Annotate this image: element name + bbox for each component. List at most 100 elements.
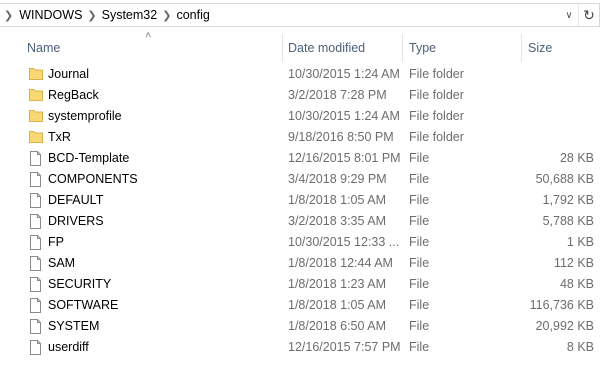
file-type: File folder [409,109,464,123]
column-header-type[interactable]: Type [409,40,436,62]
file-name: systemprofile [48,109,122,123]
file-name: FP [48,235,64,249]
folder-icon [29,130,43,146]
file-size: 1,792 KB [542,193,594,207]
file-date-modified: 3/4/2018 9:29 PM [288,172,387,186]
file-icon [29,193,42,211]
file-date-modified: 1/8/2018 12:44 AM [288,256,393,270]
folder-icon [29,67,43,83]
file-type: File [409,277,430,291]
file-date-modified: 9/18/2016 8:50 PM [288,130,394,144]
file-name: Journal [48,67,89,81]
file-icon [29,256,42,274]
file-row[interactable]: Journal 10/30/2015 1:24 AM File folder [0,64,600,85]
file-date-modified: 1/8/2018 6:50 AM [288,319,386,333]
file-date-modified: 1/8/2018 1:05 AM [288,298,386,312]
file-size: 112 KB [553,256,594,270]
file-icon [29,235,42,253]
file-row[interactable]: BCD-Template 12/16/2015 8:01 PM File 28 KB [0,148,600,169]
folder-icon [29,88,43,104]
column-header-date[interactable]: Date modified [288,40,365,62]
file-row[interactable]: SAM 1/8/2018 12:44 AM File 112 KB [0,253,600,274]
breadcrumb-item-windows[interactable]: WINDOWS [19,8,82,22]
file-icon [29,340,42,358]
file-row[interactable]: DRIVERS 3/2/2018 3:35 AM File 5,788 KB [0,211,600,232]
file-date-modified: 1/8/2018 1:23 AM [288,277,386,291]
breadcrumb-item-config[interactable]: config [176,8,209,22]
file-type: File [409,193,430,207]
file-name: TxR [48,130,71,144]
file-size: 20,992 KB [535,319,594,333]
file-size: 28 KB [559,151,594,165]
file-row[interactable]: COMPONENTS 3/4/2018 9:29 PM File 50,688 KB [0,169,600,190]
breadcrumb-item-system32[interactable]: System32 [102,8,158,22]
file-type: File folder [409,67,464,81]
file-type: File [409,151,430,165]
file-icon [29,319,42,337]
file-row[interactable]: userdiff 12/16/2015 7:57 PM File 8 KB [0,337,600,358]
file-row[interactable]: SYSTEM 1/8/2018 6:50 AM File 20,992 KB [0,316,600,337]
chevron-down-icon[interactable]: ∨ [560,10,578,21]
column-headers: ˄ Name Date modified Type Size [0,30,600,64]
file-type: File [409,235,430,249]
column-header-name[interactable]: Name [27,40,60,62]
file-date-modified: 10/30/2015 12:33 ... [288,235,400,249]
breadcrumb: ❯ WINDOWS ❯ System32 ❯ config [0,4,560,26]
file-row[interactable]: SOFTWARE 1/8/2018 1:05 AM File 116,736 KB [0,295,600,316]
file-size: 48 KB [559,277,594,291]
file-icon [29,151,42,169]
column-divider[interactable] [402,34,403,62]
column-header-size[interactable]: Size [528,40,552,62]
file-name: BCD-Template [48,151,130,165]
file-type: File [409,214,430,228]
file-name: DEFAULT [48,193,104,207]
sort-ascending-icon: ˄ [145,30,152,42]
file-size: 50,688 KB [535,172,594,186]
file-name: SYSTEM [48,319,100,333]
file-name: SAM [48,256,76,270]
file-name: RegBack [48,88,99,102]
file-date-modified: 10/30/2015 1:24 AM [288,67,400,81]
file-date-modified: 3/2/2018 7:28 PM [288,88,387,102]
column-divider[interactable] [282,34,283,62]
file-row[interactable]: FP 10/30/2015 12:33 ... File 1 KB [0,232,600,253]
file-name: DRIVERS [48,214,104,228]
file-type: File [409,340,430,354]
file-type: File [409,319,430,333]
chevron-right-icon[interactable]: ❯ [0,9,19,22]
file-row[interactable]: DEFAULT 1/8/2018 1:05 AM File 1,792 KB [0,190,600,211]
file-size: 1 KB [566,235,594,249]
file-icon [29,277,42,295]
file-type: File [409,172,430,186]
folder-icon [29,109,43,125]
file-date-modified: 12/16/2015 8:01 PM [288,151,401,165]
file-type: File folder [409,88,464,102]
file-size: 5,788 KB [542,214,594,228]
file-date-modified: 1/8/2018 1:05 AM [288,193,386,207]
file-date-modified: 3/2/2018 3:35 AM [288,214,386,228]
file-list: Journal 10/30/2015 1:24 AM File folder RegB… [0,64,600,358]
file-icon [29,214,42,232]
address-bar[interactable]: ❯ WINDOWS ❯ System32 ❯ config ∨ ↻ [0,3,600,27]
file-date-modified: 12/16/2015 7:57 PM [288,340,401,354]
file-type: File [409,298,430,312]
chevron-right-icon[interactable]: ❯ [82,9,101,22]
column-divider[interactable] [521,34,522,62]
file-row[interactable]: TxR 9/18/2016 8:50 PM File folder [0,127,600,148]
file-size: 8 KB [566,340,594,354]
file-name: userdiff [48,340,89,354]
file-name: SOFTWARE [48,298,119,312]
file-date-modified: 10/30/2015 1:24 AM [288,109,400,123]
file-row[interactable]: systemprofile 10/30/2015 1:24 AM File fold… [0,106,600,127]
file-row[interactable]: SECURITY 1/8/2018 1:23 AM File 48 KB [0,274,600,295]
file-type: File [409,256,430,270]
refresh-icon[interactable]: ↻ [578,4,599,26]
file-name: COMPONENTS [48,172,138,186]
chevron-right-icon[interactable]: ❯ [157,9,176,22]
file-icon [29,172,42,190]
file-type: File folder [409,130,464,144]
file-name: SECURITY [48,277,112,291]
file-size: 116,736 KB [529,298,594,312]
file-icon [29,298,42,316]
file-row[interactable]: RegBack 3/2/2018 7:28 PM File folder [0,85,600,106]
